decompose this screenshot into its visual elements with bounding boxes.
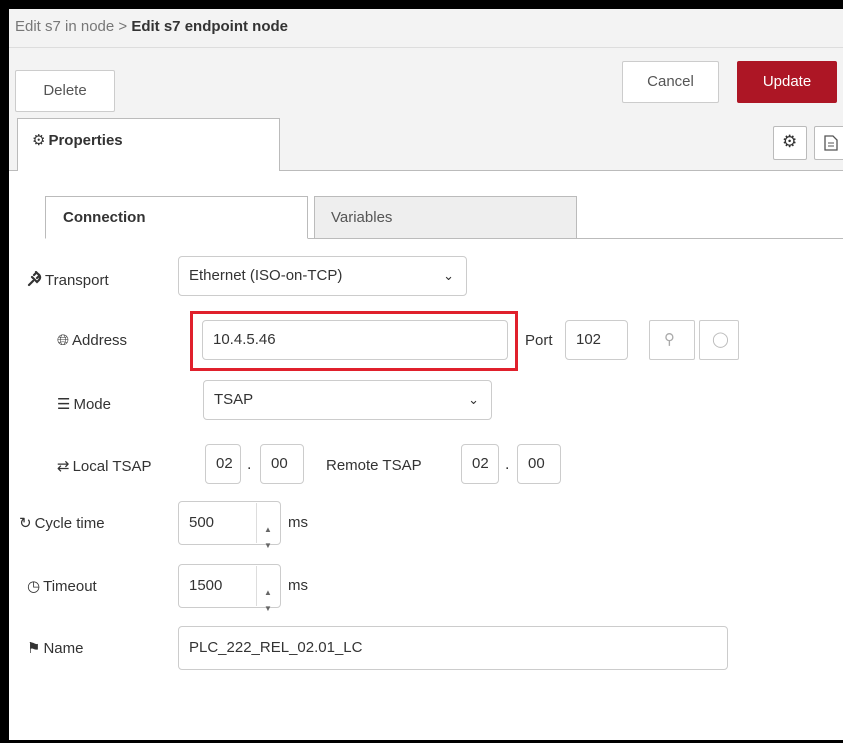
chevron-down-icon: ▼ [264, 541, 272, 550]
toolbar: Delete Cancel Update [9, 48, 843, 118]
search-button[interactable]: ⚲ [649, 320, 695, 360]
mode-label: ☰ Mode [57, 396, 111, 413]
local-tsap-label: ⇄ Local TSAP [57, 458, 152, 475]
address-label: 🌐︎ Address [57, 332, 128, 349]
tsap-dot: . [247, 456, 252, 473]
stepper[interactable]: ▲ ▼ [256, 503, 279, 550]
remote-tsap-a-input[interactable]: 02 [461, 444, 499, 484]
search-icon: ⚲ [664, 331, 675, 348]
timeout-unit: ms [288, 577, 308, 594]
tab-properties-label: Properties [48, 132, 123, 149]
cycle-time-unit: ms [288, 514, 308, 531]
gear-icon: ⚙ [782, 132, 798, 151]
edit-dialog: Edit s7 in node > Edit s7 endpoint node … [9, 9, 843, 740]
tab-properties[interactable]: ⚙ Properties [17, 118, 280, 171]
name-label: ⚑ Name [27, 640, 84, 657]
description-button[interactable] [814, 126, 843, 160]
timeout-label: ◷ Timeout [27, 578, 97, 595]
globe-icon: 🌐︎ [57, 332, 70, 349]
tab-variables[interactable]: Variables [314, 196, 577, 239]
tray-tabbar: ⚙ Properties ⚙ [9, 118, 843, 171]
update-button[interactable]: Update [737, 61, 837, 103]
tab-connection[interactable]: Connection [45, 196, 308, 239]
delete-button[interactable]: Delete [15, 70, 115, 112]
cancel-button[interactable]: Cancel [622, 61, 719, 103]
chevron-down-icon: ⌄ [468, 392, 479, 407]
mode-select[interactable]: TSAP ⌄ [203, 380, 492, 420]
exchange-icon: ⇄ [57, 458, 70, 475]
tab-variables-label: Variables [331, 209, 393, 226]
clock-icon: ◷ [27, 578, 41, 595]
cycle-time-label: ↻ Cycle time [19, 515, 105, 532]
lightbulb-button[interactable]: ◯ [699, 320, 739, 360]
chevron-down-icon: ⌄ [443, 268, 454, 283]
refresh-icon: ↻ [19, 515, 32, 532]
transport-select[interactable]: Ethernet (ISO-on-TCP) ⌄ [178, 256, 467, 296]
tsap-dot: . [505, 456, 510, 473]
document-icon [824, 135, 838, 151]
port-input[interactable]: 102 [565, 320, 628, 360]
breadcrumb-prefix[interactable]: Edit s7 in node > [15, 18, 127, 35]
stepper[interactable]: ▲ ▼ [256, 566, 279, 613]
chevron-down-icon: ▼ [264, 604, 272, 613]
local-tsap-a-input[interactable]: 02 [205, 444, 241, 484]
remote-tsap-b-input[interactable]: 00 [517, 444, 561, 484]
address-input[interactable]: 10.4.5.46 [202, 320, 508, 360]
settings-gear-button[interactable]: ⚙ [773, 126, 807, 160]
page-title: Edit s7 endpoint node [131, 18, 289, 35]
transport-label: Transport [27, 270, 109, 289]
lightbulb-icon: ◯ [712, 331, 729, 348]
gear-icon: ⚙ [32, 132, 46, 149]
tray-header: Edit s7 in node > Edit s7 endpoint node [9, 9, 843, 48]
cycle-time-input[interactable]: 500 ▲ ▼ [178, 501, 281, 550]
breadcrumb: Edit s7 in node > Edit s7 endpoint node [15, 18, 288, 35]
tag-icon: ⚑ [27, 640, 41, 657]
timeout-input[interactable]: 1500 ▲ ▼ [178, 564, 281, 613]
tab-connection-label: Connection [63, 209, 146, 226]
local-tsap-b-input[interactable]: 00 [260, 444, 304, 484]
plug-icon [27, 270, 42, 287]
port-label: Port [525, 332, 553, 349]
sliders-icon: ☰ [57, 396, 71, 413]
name-input[interactable]: PLC_222_REL_02.01_LC [178, 626, 728, 670]
remote-tsap-label: Remote TSAP [326, 457, 422, 474]
